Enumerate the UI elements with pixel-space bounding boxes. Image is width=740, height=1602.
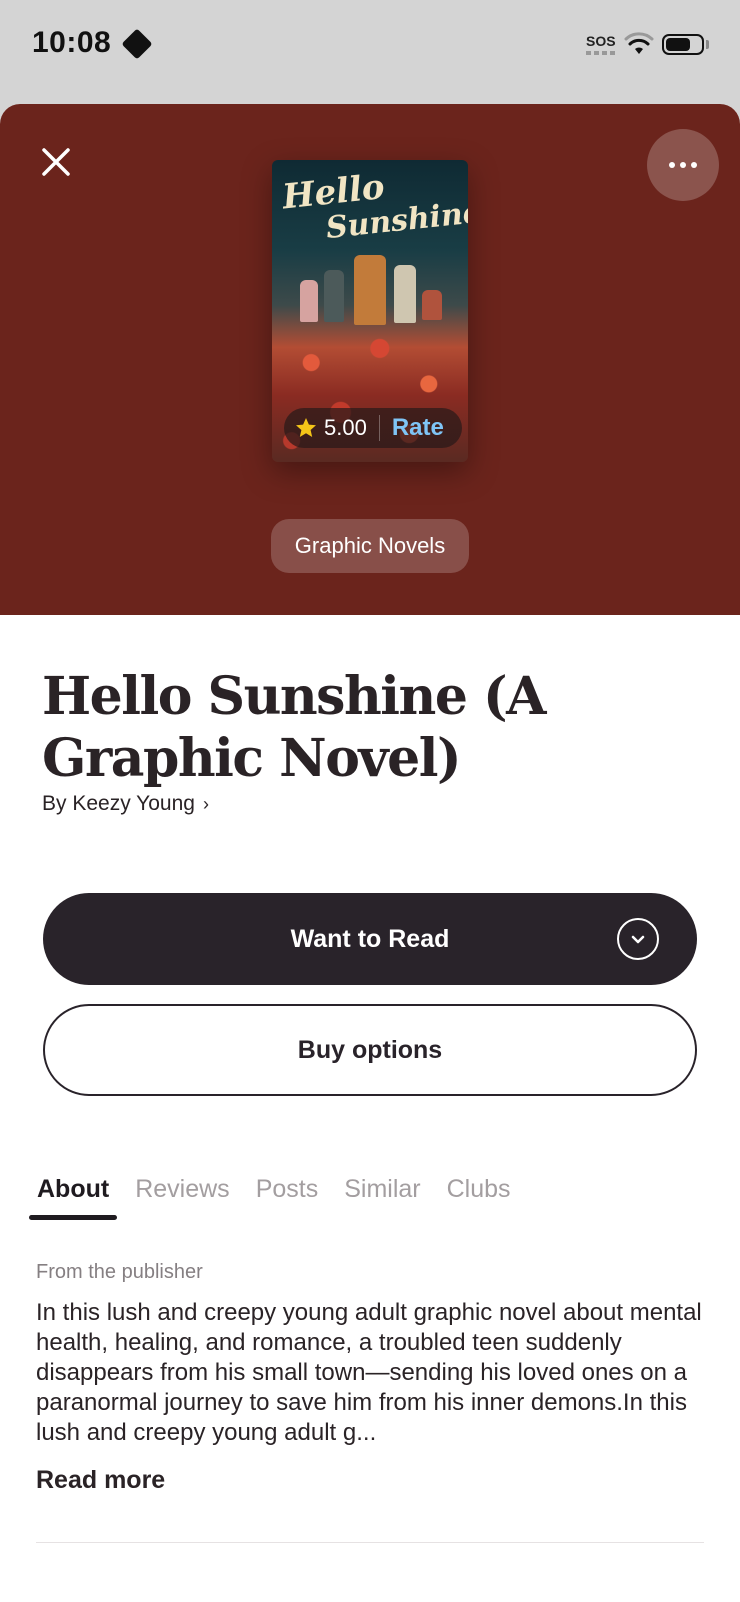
cover-title: Hello Sunshine (280, 166, 468, 247)
shelf-dropdown-button[interactable] (617, 918, 659, 960)
star-icon (296, 418, 316, 437)
tab-clubs[interactable]: Clubs (439, 1164, 519, 1214)
book-cover[interactable]: Hello Sunshine 5.00 Rate (272, 160, 468, 462)
want-to-read-button[interactable]: Want to Read (43, 893, 697, 985)
tab-posts[interactable]: Posts (248, 1164, 327, 1214)
genre-chip[interactable]: Graphic Novels (271, 519, 469, 573)
cover-figure (394, 265, 416, 323)
author-link[interactable]: By Keezy Young › (42, 792, 209, 816)
tab-reviews[interactable]: Reviews (127, 1164, 237, 1214)
more-icon[interactable] (647, 129, 719, 201)
status-bar: 10:08 SOS (0, 0, 740, 104)
detail-tabs: About Reviews Posts Similar Clubs (29, 1164, 529, 1220)
book-hero: Hello Sunshine 5.00 Rate Graphic Novels (0, 104, 740, 615)
book-description: In this lush and creepy young adult grap… (36, 1299, 702, 1446)
rate-button[interactable]: Rate (392, 414, 444, 442)
cover-figure (300, 280, 318, 322)
tab-similar[interactable]: Similar (336, 1164, 428, 1214)
status-time: 10:08 (32, 26, 112, 59)
buy-options-label: Buy options (297, 1035, 443, 1064)
book-title: Hello Sunshine (A Graphic Novel) (42, 666, 546, 789)
chevron-down-icon (631, 935, 645, 944)
rating-value: 5.00 (324, 415, 367, 440)
author-name: By Keezy Young (42, 792, 195, 815)
battery-icon (662, 34, 704, 55)
battery-nub (706, 40, 709, 49)
close-icon[interactable] (36, 142, 76, 182)
chevron-right-icon: › (202, 793, 209, 814)
book-detail-sheet: Hello Sunshine 5.00 Rate Graphic Novels … (0, 104, 740, 1602)
sos-indicator: SOS (586, 33, 616, 49)
wifi-icon (624, 32, 654, 54)
read-more-button[interactable]: Read more (36, 1466, 165, 1495)
cover-figure (422, 290, 442, 320)
tab-about[interactable]: About (29, 1164, 118, 1220)
section-divider (36, 1542, 704, 1543)
rating-divider (378, 415, 380, 441)
cover-figure (324, 270, 344, 322)
cover-figure (354, 255, 386, 325)
publisher-label: From the publisher (36, 1261, 203, 1283)
rating-pill: 5.00 Rate (284, 408, 462, 448)
buy-options-button[interactable]: Buy options (43, 1004, 697, 1096)
want-to-read-label: Want to Read (290, 924, 450, 953)
signal-dots-icon (586, 51, 616, 55)
diamond-icon (121, 28, 153, 60)
